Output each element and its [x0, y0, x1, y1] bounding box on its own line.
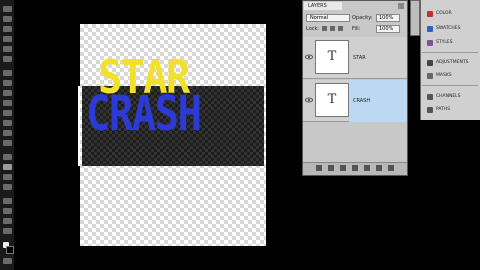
new-layer-icon[interactable]: [376, 165, 382, 171]
styles-icon: [427, 40, 433, 46]
history-brush-tool-icon[interactable]: [3, 100, 12, 106]
collapsed-panel-strip[interactable]: [410, 0, 420, 36]
dock-item-adjustments[interactable]: ADJUSTMENTS: [436, 60, 468, 65]
gradient-tool-icon[interactable]: [3, 120, 12, 126]
quick-select-tool-icon[interactable]: [3, 36, 12, 42]
trash-icon[interactable]: [388, 165, 394, 171]
link-icon[interactable]: [316, 165, 322, 171]
dock-divider: [422, 85, 478, 86]
selection-edge: [78, 86, 80, 166]
dock-divider: [422, 52, 478, 53]
lock-label: Lock:: [306, 26, 320, 32]
3d-orbit-tool-icon[interactable]: [3, 208, 12, 214]
shape-tool-icon[interactable]: [3, 184, 12, 190]
text-layer-icon: T: [315, 83, 349, 117]
3d-rotate-tool-icon[interactable]: [3, 198, 12, 204]
lock-pixels-icon[interactable]: [330, 26, 335, 31]
lock-position-icon[interactable]: [338, 26, 343, 31]
opacity-field[interactable]: 100%: [376, 14, 400, 22]
dock-item-channels[interactable]: CHANNELS: [436, 94, 461, 99]
opacity-label: Opacity:: [352, 15, 373, 21]
eye-icon[interactable]: [305, 53, 313, 61]
fill-label: Fill:: [352, 26, 361, 32]
layer-row-crash[interactable]: T CRASH: [303, 80, 407, 122]
move-tool-icon[interactable]: [3, 6, 12, 12]
zoom-tool-icon[interactable]: [3, 228, 12, 234]
channels-icon: [427, 94, 433, 100]
eye-icon[interactable]: [305, 96, 313, 104]
dock-item-paths[interactable]: PATHS: [436, 107, 450, 112]
path-select-tool-icon[interactable]: [3, 174, 12, 180]
type-tool-icon[interactable]: [3, 164, 12, 170]
paths-icon: [427, 107, 433, 113]
hand-tool-icon[interactable]: [3, 218, 12, 224]
text-layer-icon: T: [315, 40, 349, 74]
brush-tool-icon[interactable]: [3, 80, 12, 86]
eyedropper-tool-icon[interactable]: [3, 56, 12, 62]
layer-row-star[interactable]: T STAR: [303, 37, 407, 79]
lock-transparency-icon[interactable]: [322, 26, 327, 31]
dock-item-styles[interactable]: STYLES: [436, 40, 453, 45]
adjustments-icon: [427, 60, 433, 66]
background-color-swatch[interactable]: [6, 246, 14, 254]
dock-item-masks[interactable]: MASKS: [436, 73, 452, 78]
eraser-tool-icon[interactable]: [3, 110, 12, 116]
mask-icon[interactable]: [340, 165, 346, 171]
quick-mask-icon[interactable]: [3, 258, 12, 264]
fx-icon[interactable]: [328, 165, 334, 171]
color-icon: [427, 11, 433, 17]
panel-menu-icon[interactable]: [398, 3, 404, 9]
dock-item-swatches[interactable]: SWATCHES: [436, 26, 461, 31]
fill-field[interactable]: 100%: [376, 25, 400, 33]
pen-tool-icon[interactable]: [3, 154, 12, 160]
blur-tool-icon[interactable]: [3, 130, 12, 136]
tools-panel: [0, 0, 14, 270]
adjustment-icon[interactable]: [352, 165, 358, 171]
healing-tool-icon[interactable]: [3, 70, 12, 76]
marquee-tool-icon[interactable]: [3, 16, 12, 22]
canvas-text-crash[interactable]: CRASH: [86, 90, 202, 138]
crop-tool-icon[interactable]: [3, 46, 12, 52]
layer-name[interactable]: STAR: [353, 55, 366, 61]
layer-name[interactable]: CRASH: [353, 98, 370, 104]
tab-layers[interactable]: LAYERS: [304, 2, 342, 10]
masks-icon: [427, 73, 433, 79]
dock-item-color[interactable]: COLOR: [436, 11, 452, 16]
dodge-tool-icon[interactable]: [3, 140, 12, 146]
folder-icon[interactable]: [364, 165, 370, 171]
swatches-icon: [427, 26, 433, 32]
clone-stamp-tool-icon[interactable]: [3, 90, 12, 96]
blend-mode-select[interactable]: Normal: [306, 14, 350, 22]
lasso-tool-icon[interactable]: [3, 26, 12, 32]
